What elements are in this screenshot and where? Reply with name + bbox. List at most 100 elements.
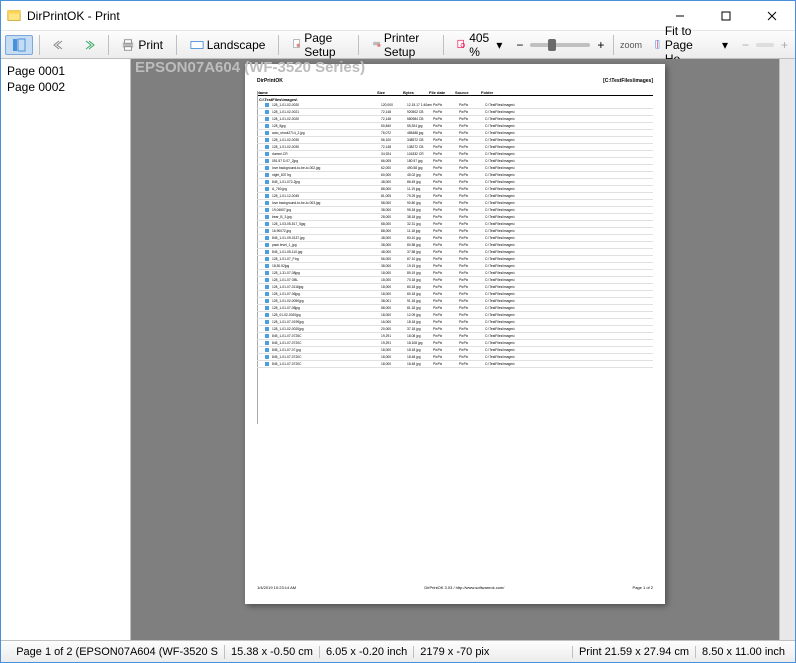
table-row: 128_1-01-02-0050jpg38,00191.18 jpgPixPix… [257, 298, 653, 305]
footer-right: Page 1 of 2 [633, 585, 653, 590]
table-row: night_837 bg60,00045.02 jpgPixPixPixPixC… [257, 172, 653, 179]
prev-page-button[interactable] [46, 36, 72, 54]
column-header: Source [455, 90, 481, 95]
file-icon [265, 341, 269, 345]
zoom-slider[interactable] [530, 43, 590, 47]
next-page-button[interactable] [76, 36, 102, 54]
file-icon [265, 215, 269, 219]
table-row: 128_01-02-0020jpg18,00012.09 jpgPixPixPi… [257, 312, 653, 319]
table-row: 18,50.52jpg38,00019.19 jpgPixPixPixPixC:… [257, 263, 653, 270]
zoom-in-button[interactable]: + [594, 35, 607, 55]
file-icon [265, 334, 269, 338]
status-inch: 6.05 x -0.20 inch [320, 646, 414, 658]
table-row: 128_1-01-07_F.bg56,00087.10 jpgPixPixPix… [257, 256, 653, 263]
doc-path: [C:\TestFiles\images] [603, 78, 653, 84]
file-icon [265, 152, 269, 156]
file-icon [265, 264, 269, 268]
footer-center: DirPrintOK 3.03 / http://www.softwareok.… [424, 585, 504, 590]
table-row: A_760.jpg88,00011.19 jpgPixPixPixPixC:\T… [257, 186, 653, 193]
zoom-value-button[interactable]: 405 % ▾ [449, 28, 509, 62]
table-row: 128_1-01-07-0116jpg18,00080.18 jpgPixPix… [257, 284, 653, 291]
file-icon [265, 194, 269, 198]
fit-in-button[interactable]: + [778, 35, 791, 55]
status-pix: 2179 x -70 pix [414, 646, 573, 658]
toggle-sidebar-button[interactable] [5, 35, 33, 55]
close-button[interactable] [749, 1, 795, 31]
footer-left: 1/4/2019 10:23:14 AM [257, 585, 296, 590]
vertical-scrollbar[interactable] [779, 59, 795, 640]
table-row: bear_B_3.jpg28,00038.18 jpgPixPixPixPixC… [257, 214, 653, 221]
file-icon [265, 278, 269, 282]
table-row: 128_5jpg50,84055,924 jpgPixPixPixPixC:\T… [257, 123, 653, 130]
table-row: 128_1-01-07-0199jpg16,00018.18 jpgPixPix… [257, 319, 653, 326]
file-icon [265, 313, 269, 317]
table-row: 19,04607.jpg38,00095.18 jpgPixPixPixPixC… [257, 207, 653, 214]
page-list-item[interactable]: Page 0001 [5, 63, 126, 79]
file-icon [265, 166, 269, 170]
printer-icon [121, 38, 135, 52]
file-icon [265, 138, 269, 142]
printer-setup-button[interactable]: Printer Setup [365, 28, 437, 62]
table-row: 845_1-01-09-3137.jpg48,00083.10 jpgPixPi… [257, 235, 653, 242]
file-icon [265, 187, 269, 191]
toolbar: Print Landscape Page Setup Printer Setup… [1, 31, 795, 59]
file-icon [265, 327, 269, 331]
fit-slider[interactable] [756, 43, 774, 47]
column-header: Name [257, 90, 377, 95]
file-icon [265, 236, 269, 240]
separator [39, 35, 40, 55]
column-header: Folder [481, 90, 653, 95]
printer-banner: EPSON07A604 (WF-3520 Series) [131, 59, 369, 76]
table-row: 845_1-01-07-0720C18,00018.48 jpgPixPixPi… [257, 354, 653, 361]
fit-out-button[interactable]: − [739, 35, 752, 55]
table-row: 845_1-01-07-0720C18,00018.48 jpgPixPixPi… [257, 361, 653, 368]
file-icon [265, 201, 269, 205]
file-icon [265, 180, 269, 184]
file-icon [265, 285, 269, 289]
status-print-in: 8.50 x 11.00 inch [696, 646, 791, 658]
landscape-button[interactable]: Landscape [183, 35, 273, 55]
page-list-sidebar: Page 0001Page 0002 [1, 59, 131, 640]
table-row: love background-to-be-lo-003.jpg58,00090… [257, 200, 653, 207]
printer-icon [11, 645, 12, 659]
zoom-out-button[interactable]: − [513, 35, 526, 55]
file-icon [265, 103, 269, 107]
chevron-down-icon: ▾ [722, 38, 728, 52]
table-row: 128_1-01-02-0020jpg20,00037.18 jpgPixPix… [257, 326, 653, 333]
file-icon [265, 145, 269, 149]
table-row: 128_1-01-07 OBL18,00070.18 jpgPixPixPixP… [257, 277, 653, 284]
file-icon [265, 131, 269, 135]
page-list-item[interactable]: Page 0002 [5, 79, 126, 95]
table-row: 845_1-01-07-0725C19,29118.08 jpgPixPixPi… [257, 333, 653, 340]
table-row: dummi.CR34,924101832 CRPixPixPixPixC:\Te… [257, 151, 653, 158]
file-icon [265, 257, 269, 261]
preview-page[interactable]: DirPrintOK [C:\TestFiles\images] NameSiz… [245, 64, 665, 604]
column-header: File date [429, 90, 455, 95]
zoom-label: zoom [620, 40, 642, 50]
table-row: 128_1-01-02-003056,100348572 CBPixPixPix… [257, 137, 653, 144]
table-row: 051.57 D.07_2jpg66,005180.97 jpgPixPixPi… [257, 158, 653, 165]
zoom-value: 405 % [469, 31, 493, 59]
status-bar: Page 1 of 2 (EPSON07A604 (WF-3520 S 15.3… [1, 640, 795, 662]
separator [358, 35, 359, 55]
table-row: 128_1-01-07-06jpg18,00080.18 jpgPixPixPi… [257, 291, 653, 298]
table-row: 128_1-01-02-003072,148138272 CBPixPixPix… [257, 144, 653, 151]
file-icon [265, 250, 269, 254]
landscape-label: Landscape [207, 38, 266, 52]
table-row: 128_1-31-07-08jpg18,00089.19 jpgPixPixPi… [257, 270, 653, 277]
file-icon [265, 355, 269, 359]
table-row: auto_shoot2714_2.jpg76,072485488 jpgPixP… [257, 130, 653, 137]
page-setup-button[interactable]: Page Setup [285, 28, 352, 62]
page-setup-icon [292, 38, 301, 52]
print-label: Print [138, 38, 163, 52]
table-row: 845_1-01-05-110.jpg48,00037.58 jpgPixPix… [257, 249, 653, 256]
status-cm: 15.38 x -0.50 cm [225, 646, 320, 658]
column-header: Size [377, 90, 403, 95]
table-row: 845_1-01-07-07.jpg18,00018.18 jpgPixPixP… [257, 347, 653, 354]
file-icon [265, 208, 269, 212]
print-button[interactable]: Print [114, 35, 170, 55]
file-icon [265, 299, 269, 303]
table-row: 845_1-01-072-2jpg48,00086.49 jpgPixPixPi… [257, 179, 653, 186]
app-icon [7, 9, 21, 23]
separator [613, 35, 614, 55]
